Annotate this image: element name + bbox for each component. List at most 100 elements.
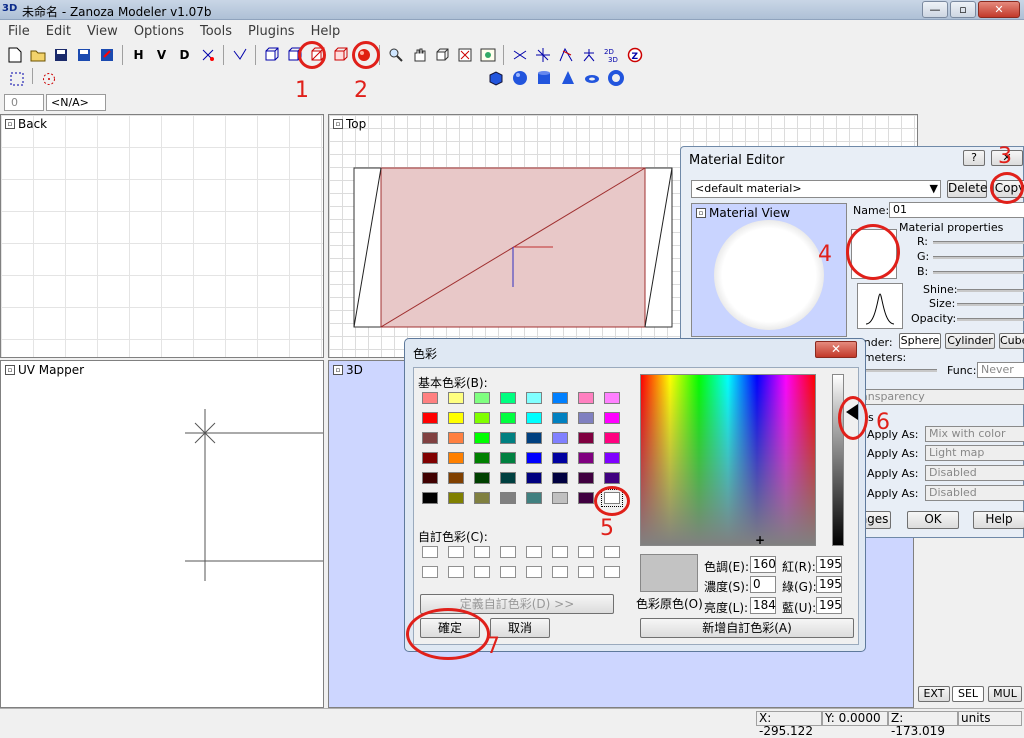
basic-color-swatch[interactable] bbox=[552, 452, 568, 464]
basic-color-swatch[interactable] bbox=[500, 472, 516, 484]
ext-button[interactable]: EXT bbox=[918, 686, 950, 702]
param-slider[interactable] bbox=[857, 369, 937, 372]
figure-icon[interactable] bbox=[578, 45, 599, 66]
basic-color-swatch[interactable] bbox=[500, 392, 516, 404]
shine-slider[interactable] bbox=[957, 289, 1024, 292]
view-d-button[interactable]: D bbox=[174, 45, 195, 66]
basic-color-swatch[interactable] bbox=[604, 412, 620, 424]
basic-color-swatch[interactable] bbox=[578, 472, 594, 484]
render-icon[interactable] bbox=[477, 45, 498, 66]
hue-field[interactable]: 160 bbox=[750, 556, 776, 573]
basic-color-swatch[interactable] bbox=[552, 492, 568, 504]
material-select[interactable]: <default material> ▼ bbox=[691, 180, 941, 198]
viewport-menu-icon[interactable]: ▫ bbox=[5, 365, 15, 375]
basic-color-swatch[interactable] bbox=[552, 392, 568, 404]
transparency-select[interactable]: ansparency bbox=[857, 389, 1024, 405]
save-icon[interactable] bbox=[50, 45, 71, 66]
cube-button[interactable]: Cube bbox=[999, 333, 1024, 349]
basic-color-swatch[interactable] bbox=[552, 432, 568, 444]
apply-as-select-3[interactable]: Disabled bbox=[925, 465, 1024, 481]
viewport-menu-icon[interactable]: ▫ bbox=[333, 119, 343, 129]
basic-color-swatch[interactable] bbox=[500, 432, 516, 444]
basic-color-swatch[interactable] bbox=[448, 432, 464, 444]
cube-select-icon[interactable] bbox=[261, 45, 282, 66]
basic-color-swatch[interactable] bbox=[448, 392, 464, 404]
zoom-icon[interactable] bbox=[385, 45, 406, 66]
frame-spinner[interactable]: 0 bbox=[4, 94, 44, 111]
basic-color-swatch[interactable] bbox=[500, 452, 516, 464]
custom-color-swatch[interactable] bbox=[448, 546, 464, 558]
green-field[interactable]: 195 bbox=[816, 576, 842, 593]
basic-color-swatch[interactable] bbox=[474, 392, 490, 404]
menu-tools[interactable]: Tools bbox=[192, 24, 240, 39]
sphere-primitive-icon[interactable] bbox=[510, 68, 530, 88]
torus-primitive-icon[interactable] bbox=[582, 68, 602, 88]
minimize-button[interactable]: — bbox=[922, 1, 948, 18]
custom-color-swatch[interactable] bbox=[526, 546, 542, 558]
ring-primitive-icon[interactable] bbox=[606, 68, 626, 88]
view-h-button[interactable]: H bbox=[128, 45, 149, 66]
cylinder-primitive-icon[interactable] bbox=[534, 68, 554, 88]
cylinder-button[interactable]: Cylinder bbox=[945, 333, 995, 349]
skin-icon[interactable] bbox=[555, 45, 576, 66]
basic-color-swatch[interactable] bbox=[604, 472, 620, 484]
g-slider[interactable] bbox=[933, 256, 1024, 259]
luminance-field[interactable]: 184 bbox=[750, 597, 776, 614]
basic-color-swatch[interactable] bbox=[448, 412, 464, 424]
r-slider[interactable] bbox=[933, 241, 1024, 244]
add-custom-color-button[interactable]: 新增自訂色彩(A) bbox=[640, 618, 854, 638]
basic-color-swatch[interactable] bbox=[552, 412, 568, 424]
viewport-menu-icon[interactable]: ▫ bbox=[333, 365, 343, 375]
basic-color-swatch[interactable] bbox=[474, 432, 490, 444]
color-dialog-close-button[interactable]: ✕ bbox=[815, 341, 857, 358]
menu-options[interactable]: Options bbox=[126, 24, 192, 39]
basic-color-swatch[interactable] bbox=[448, 452, 464, 464]
custom-color-swatch[interactable] bbox=[578, 546, 594, 558]
material-ok-button[interactable]: OK bbox=[907, 511, 959, 529]
basic-color-swatch[interactable] bbox=[604, 392, 620, 404]
basic-color-swatch[interactable] bbox=[578, 432, 594, 444]
custom-color-swatch[interactable] bbox=[578, 566, 594, 578]
menu-view[interactable]: View bbox=[79, 24, 126, 39]
viewport-menu-icon[interactable]: ▫ bbox=[5, 119, 15, 129]
pan-hand-icon[interactable] bbox=[408, 45, 429, 66]
blue-field[interactable]: 195 bbox=[816, 597, 842, 614]
basic-color-swatch[interactable] bbox=[604, 452, 620, 464]
apply-as-select-1[interactable]: Mix with color bbox=[925, 426, 1024, 442]
custom-color-swatch[interactable] bbox=[474, 546, 490, 558]
zanoza-logo-icon[interactable]: Z bbox=[624, 45, 645, 66]
basic-color-swatch[interactable] bbox=[500, 492, 516, 504]
basic-color-swatch[interactable] bbox=[474, 412, 490, 424]
custom-color-swatch[interactable] bbox=[422, 546, 438, 558]
basic-color-swatch[interactable] bbox=[422, 452, 438, 464]
rect-select-icon[interactable] bbox=[6, 68, 27, 89]
luminance-bar[interactable] bbox=[832, 374, 844, 546]
close-button[interactable]: ✕ bbox=[978, 1, 1020, 18]
basic-color-swatch[interactable] bbox=[474, 472, 490, 484]
material-help-btn[interactable]: Help bbox=[973, 511, 1024, 529]
opacity-slider[interactable] bbox=[957, 318, 1024, 321]
basic-color-swatch[interactable] bbox=[422, 472, 438, 484]
custom-color-swatch[interactable] bbox=[500, 546, 516, 558]
basic-color-swatch[interactable] bbox=[604, 432, 620, 444]
basic-color-swatch[interactable] bbox=[422, 412, 438, 424]
open-folder-icon[interactable] bbox=[27, 45, 48, 66]
custom-color-swatch[interactable] bbox=[422, 566, 438, 578]
saturation-field[interactable]: 0 bbox=[750, 576, 776, 593]
cube-red-icon[interactable] bbox=[330, 45, 351, 66]
basic-color-swatch[interactable] bbox=[422, 492, 438, 504]
basic-color-swatch[interactable] bbox=[578, 392, 594, 404]
basic-color-swatch[interactable] bbox=[422, 432, 438, 444]
basic-color-swatch[interactable] bbox=[500, 412, 516, 424]
basic-color-swatch[interactable] bbox=[578, 412, 594, 424]
view-v-button[interactable]: V bbox=[151, 45, 172, 66]
name-field[interactable]: 01 bbox=[889, 202, 1024, 218]
menu-file[interactable]: File bbox=[0, 24, 38, 39]
box-view-icon[interactable] bbox=[431, 45, 452, 66]
menu-help[interactable]: Help bbox=[303, 24, 349, 39]
apply-as-select-2[interactable]: Light map bbox=[925, 445, 1024, 461]
cone-primitive-icon[interactable] bbox=[558, 68, 578, 88]
menu-edit[interactable]: Edit bbox=[38, 24, 79, 39]
menu-plugins[interactable]: Plugins bbox=[240, 24, 303, 39]
material-help-button[interactable]: ? bbox=[963, 150, 985, 166]
